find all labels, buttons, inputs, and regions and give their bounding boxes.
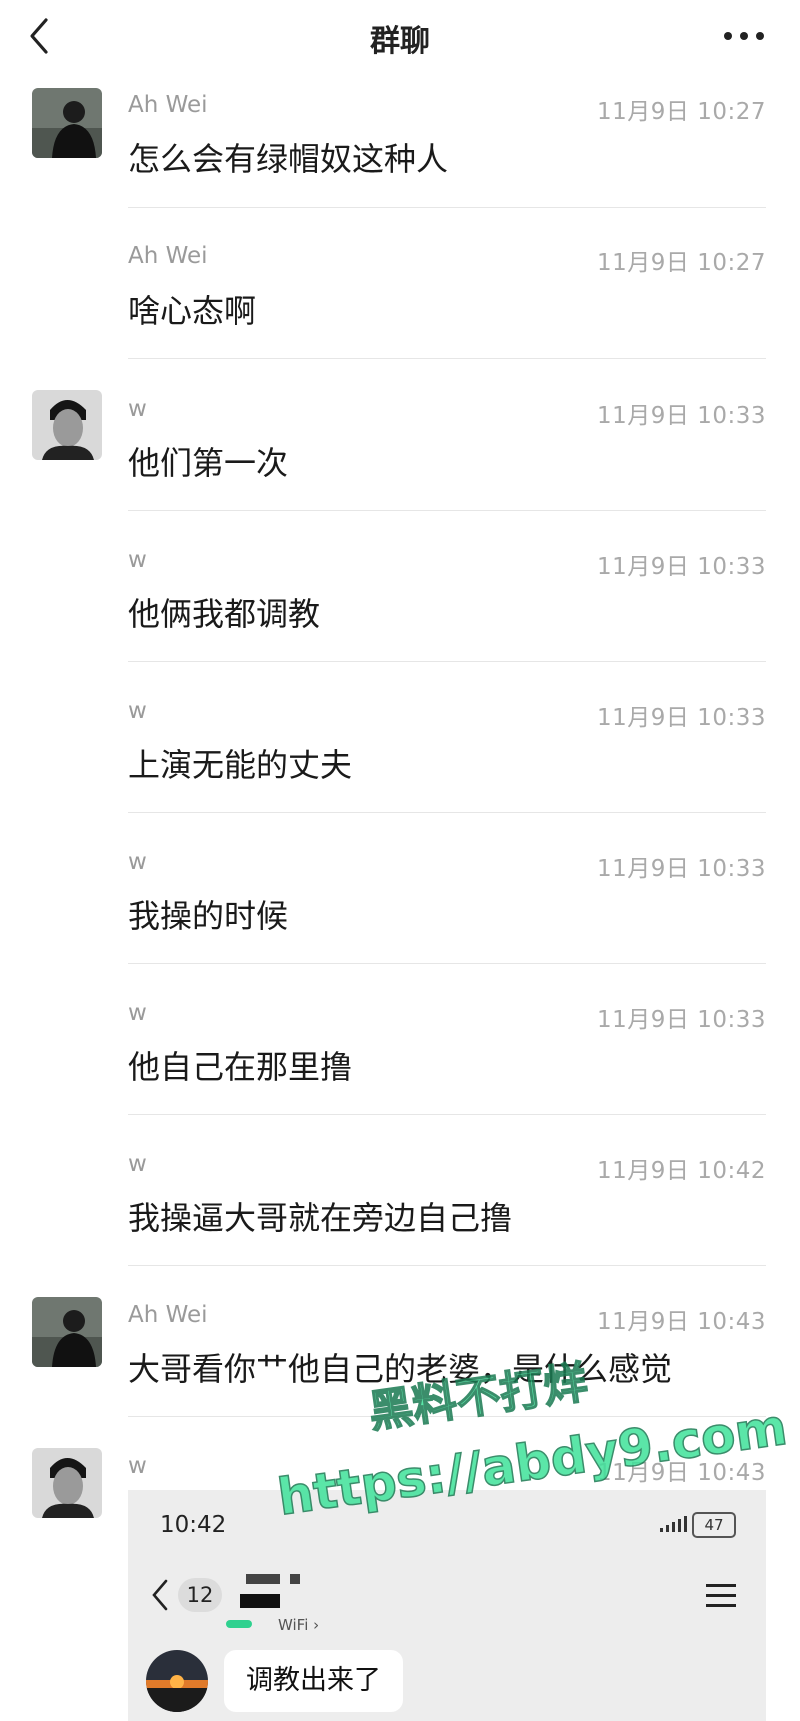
- message-time: 11月9日 10:27: [597, 99, 766, 125]
- man-in-black-avatar[interactable]: [32, 88, 102, 158]
- message-time: 11月9日 10:43: [597, 1309, 766, 1335]
- redaction-block: [290, 1574, 300, 1584]
- message-text[interactable]: 上演无能的丈夫: [128, 740, 352, 786]
- message-text[interactable]: 我操的时候: [128, 891, 288, 937]
- signal-icon: [660, 1516, 687, 1532]
- message-text[interactable]: 怎么会有绿帽奴这种人: [128, 134, 448, 180]
- sender-name: Ah Wei: [128, 92, 208, 118]
- divider: [128, 812, 766, 813]
- message-text[interactable]: 大哥看你艹他自己的老婆，是什么感觉: [128, 1344, 672, 1390]
- page-title: 群聊: [370, 24, 430, 59]
- man-portrait-avatar[interactable]: [32, 1448, 102, 1518]
- sender-name: w: [128, 1000, 147, 1026]
- sender-name: w: [128, 396, 147, 422]
- redaction-block: [246, 1574, 280, 1584]
- divider: [128, 661, 766, 662]
- unread-badge: 12: [178, 1578, 222, 1612]
- divider: [128, 1265, 766, 1266]
- message-time: 11月9日 10:33: [597, 856, 766, 882]
- message-time: 11月9日 10:42: [597, 1158, 766, 1184]
- message-text[interactable]: 他们第一次: [128, 438, 288, 484]
- sender-name: Ah Wei: [128, 243, 208, 269]
- message-time: 11月9日 10:33: [597, 554, 766, 580]
- more-options-icon[interactable]: [722, 30, 766, 42]
- status-clock: 10:42: [160, 1512, 227, 1538]
- network-label: WiFi ›: [278, 1616, 320, 1634]
- message-text[interactable]: 啥心态啊: [128, 286, 256, 332]
- message-time: 11月9日 10:33: [597, 705, 766, 731]
- menu-icon: [706, 1584, 736, 1607]
- man-in-black-avatar[interactable]: [32, 1297, 102, 1367]
- sender-name: w: [128, 1453, 147, 1479]
- message-time: 11月9日 10:43: [597, 1460, 766, 1486]
- divider: [128, 1416, 766, 1417]
- nav-bar: 群聊: [0, 0, 800, 72]
- sender-name: Ah Wei: [128, 1302, 208, 1328]
- message-text[interactable]: 他自己在那里撸: [128, 1042, 352, 1088]
- sender-name: w: [128, 1151, 147, 1177]
- message-text[interactable]: 他俩我都调教: [128, 589, 320, 635]
- message-time: 11月9日 10:33: [597, 1007, 766, 1033]
- divider: [128, 510, 766, 511]
- sender-name: w: [128, 698, 147, 724]
- redaction-block: [240, 1594, 280, 1608]
- battery-icon: 47: [692, 1512, 736, 1538]
- chat-bubble: 调教出来了: [224, 1650, 403, 1712]
- message-time: 11月9日 10:27: [597, 250, 766, 276]
- divider: [128, 358, 766, 359]
- divider: [128, 207, 766, 208]
- sender-name: w: [128, 849, 147, 875]
- image-message-screenshot[interactable]: 10:42 47 12 WiFi › 调教出来了: [128, 1490, 766, 1721]
- redaction-block: [226, 1620, 252, 1628]
- message-time: 11月9日 10:33: [597, 403, 766, 429]
- sender-name: w: [128, 547, 147, 573]
- divider: [128, 963, 766, 964]
- sunset-avatar: [146, 1650, 208, 1712]
- back-arrow-icon: [152, 1579, 168, 1611]
- message-text[interactable]: 我操逼大哥就在旁边自己撸: [128, 1193, 512, 1239]
- man-portrait-avatar[interactable]: [32, 390, 102, 460]
- divider: [128, 1114, 766, 1115]
